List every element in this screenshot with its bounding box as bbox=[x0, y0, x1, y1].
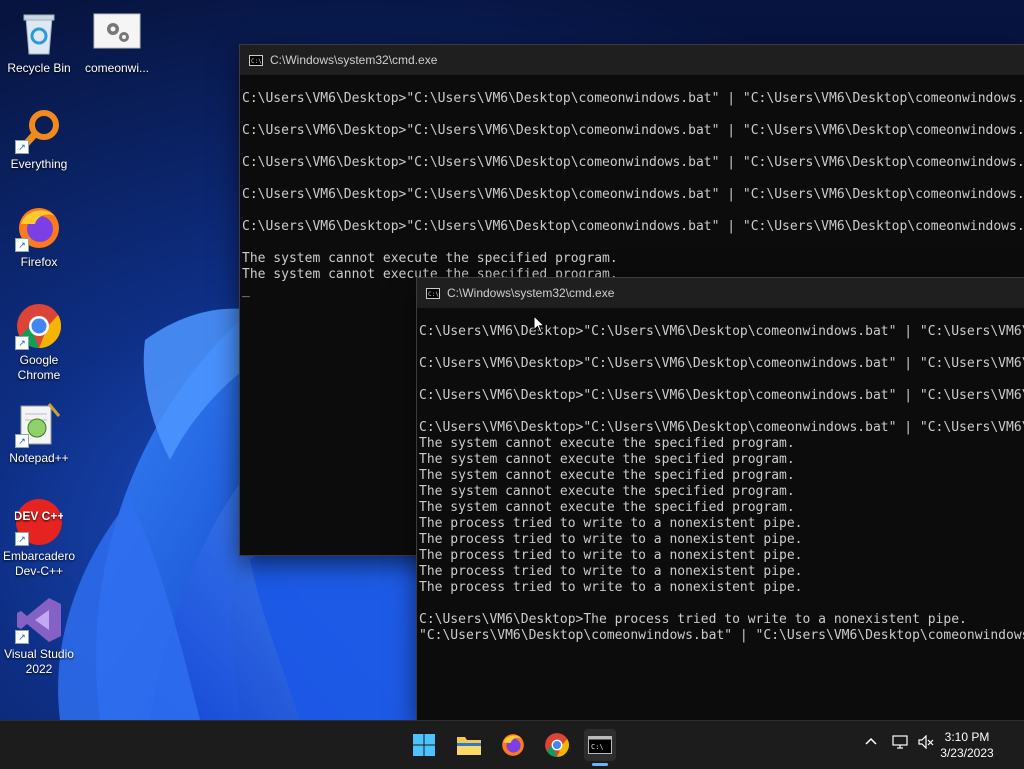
cmd-output[interactable]: C:\Users\VM6\Desktop>"C:\Users\VM6\Deskt… bbox=[417, 308, 1024, 644]
desktop-icon-label: comeonwi... bbox=[84, 61, 150, 75]
taskbar-command-prompt[interactable]: C:\ bbox=[584, 729, 616, 766]
taskbar-chrome[interactable] bbox=[541, 729, 573, 761]
shortcut-arrow-icon: ↗ bbox=[15, 140, 29, 154]
chrome-icon bbox=[545, 733, 569, 757]
desktop-icon-chrome[interactable]: ↗ Google Chrome bbox=[1, 302, 77, 383]
desktop-icon-label: Visual Studio 2022 bbox=[4, 647, 74, 676]
svg-text:C:\: C:\ bbox=[591, 743, 604, 751]
firefox-icon bbox=[502, 734, 524, 756]
terminal-icon: C:\ bbox=[588, 736, 612, 754]
cmd-terminal-icon: C:\ bbox=[426, 287, 440, 299]
notepad-plus-plus-icon: ↗ bbox=[15, 400, 63, 448]
desktop-icon-dev-cpp[interactable]: DEV C++ ↗ Embarcadero Dev-C++ bbox=[1, 498, 77, 579]
dev-cpp-logo-text: DEV C++ bbox=[15, 509, 63, 523]
shortcut-arrow-icon: ↗ bbox=[15, 630, 29, 644]
shortcut-arrow-icon: ↗ bbox=[15, 532, 29, 546]
system-clock[interactable]: 3:10 PM 3/23/2023 bbox=[922, 729, 1012, 761]
cmd-window-title: C:\Windows\system32\cmd.exe bbox=[270, 53, 438, 67]
desktop-icon-label: Google Chrome bbox=[17, 353, 61, 382]
desktop-icon-label: Embarcadero Dev-C++ bbox=[2, 549, 76, 578]
desktop-icon-label: Notepad++ bbox=[9, 451, 69, 465]
clock-date: 3/23/2023 bbox=[940, 746, 994, 760]
folder-icon bbox=[457, 737, 481, 755]
cmd-window-title: C:\Windows\system32\cmd.exe bbox=[447, 286, 615, 300]
shortcut-arrow-icon: ↗ bbox=[15, 238, 29, 252]
visual-studio-icon: ↗ bbox=[15, 596, 63, 644]
everything-search-icon: ↗ bbox=[15, 106, 63, 154]
desktop-icon-batch-file[interactable]: comeonwi... bbox=[79, 10, 155, 76]
cmd-titlebar[interactable]: C:\ C:\Windows\system32\cmd.exe bbox=[417, 278, 1024, 308]
batch-file-icon bbox=[93, 10, 141, 58]
recycle-bin-icon bbox=[15, 10, 63, 58]
cmd-window-front[interactable]: C:\ C:\Windows\system32\cmd.exe C:\Users… bbox=[417, 278, 1024, 720]
desktop-icon-notepad-plus-plus[interactable]: ↗ Notepad++ bbox=[1, 400, 77, 466]
start-button[interactable] bbox=[408, 729, 440, 761]
cmd-titlebar[interactable]: C:\ C:\Windows\system32\cmd.exe bbox=[240, 45, 1024, 75]
svg-text:C:\: C:\ bbox=[428, 291, 439, 298]
mouse-cursor-icon bbox=[533, 315, 545, 334]
svg-text:C:\: C:\ bbox=[251, 58, 262, 65]
windows-logo-icon bbox=[413, 734, 435, 756]
firefox-icon: ↗ bbox=[15, 204, 63, 252]
desktop-icon-visual-studio[interactable]: ↗ Visual Studio 2022 bbox=[1, 596, 77, 677]
active-app-indicator bbox=[592, 763, 608, 766]
desktop-icon-recycle-bin[interactable]: Recycle Bin bbox=[1, 10, 77, 76]
desktop-icon-firefox[interactable]: ↗ Firefox bbox=[1, 204, 77, 270]
taskbar: C:\ 3:10 PM 3/23/2023 bbox=[0, 720, 1024, 769]
clock-time: 3:10 PM bbox=[944, 730, 990, 744]
desktop-icon-label: Firefox bbox=[20, 255, 58, 269]
desktop-icon-label: Everything bbox=[10, 157, 68, 171]
desktop-icon-everything[interactable]: ↗ Everything bbox=[1, 106, 77, 172]
show-hidden-icons-chevron-up-icon[interactable] bbox=[864, 735, 878, 753]
taskbar-firefox[interactable] bbox=[497, 729, 529, 761]
dev-cpp-icon: DEV C++ ↗ bbox=[14, 498, 64, 546]
shortcut-arrow-icon: ↗ bbox=[15, 434, 29, 448]
cmd-terminal-icon: C:\ bbox=[249, 54, 263, 66]
cmd-output[interactable]: C:\Users\VM6\Desktop>"C:\Users\VM6\Deskt… bbox=[240, 75, 1024, 299]
chrome-icon: ↗ bbox=[15, 302, 63, 350]
shortcut-arrow-icon: ↗ bbox=[15, 336, 29, 350]
taskbar-file-explorer[interactable] bbox=[453, 729, 485, 761]
network-icon[interactable] bbox=[892, 735, 908, 753]
desktop-icon-label: Recycle Bin bbox=[7, 61, 71, 75]
